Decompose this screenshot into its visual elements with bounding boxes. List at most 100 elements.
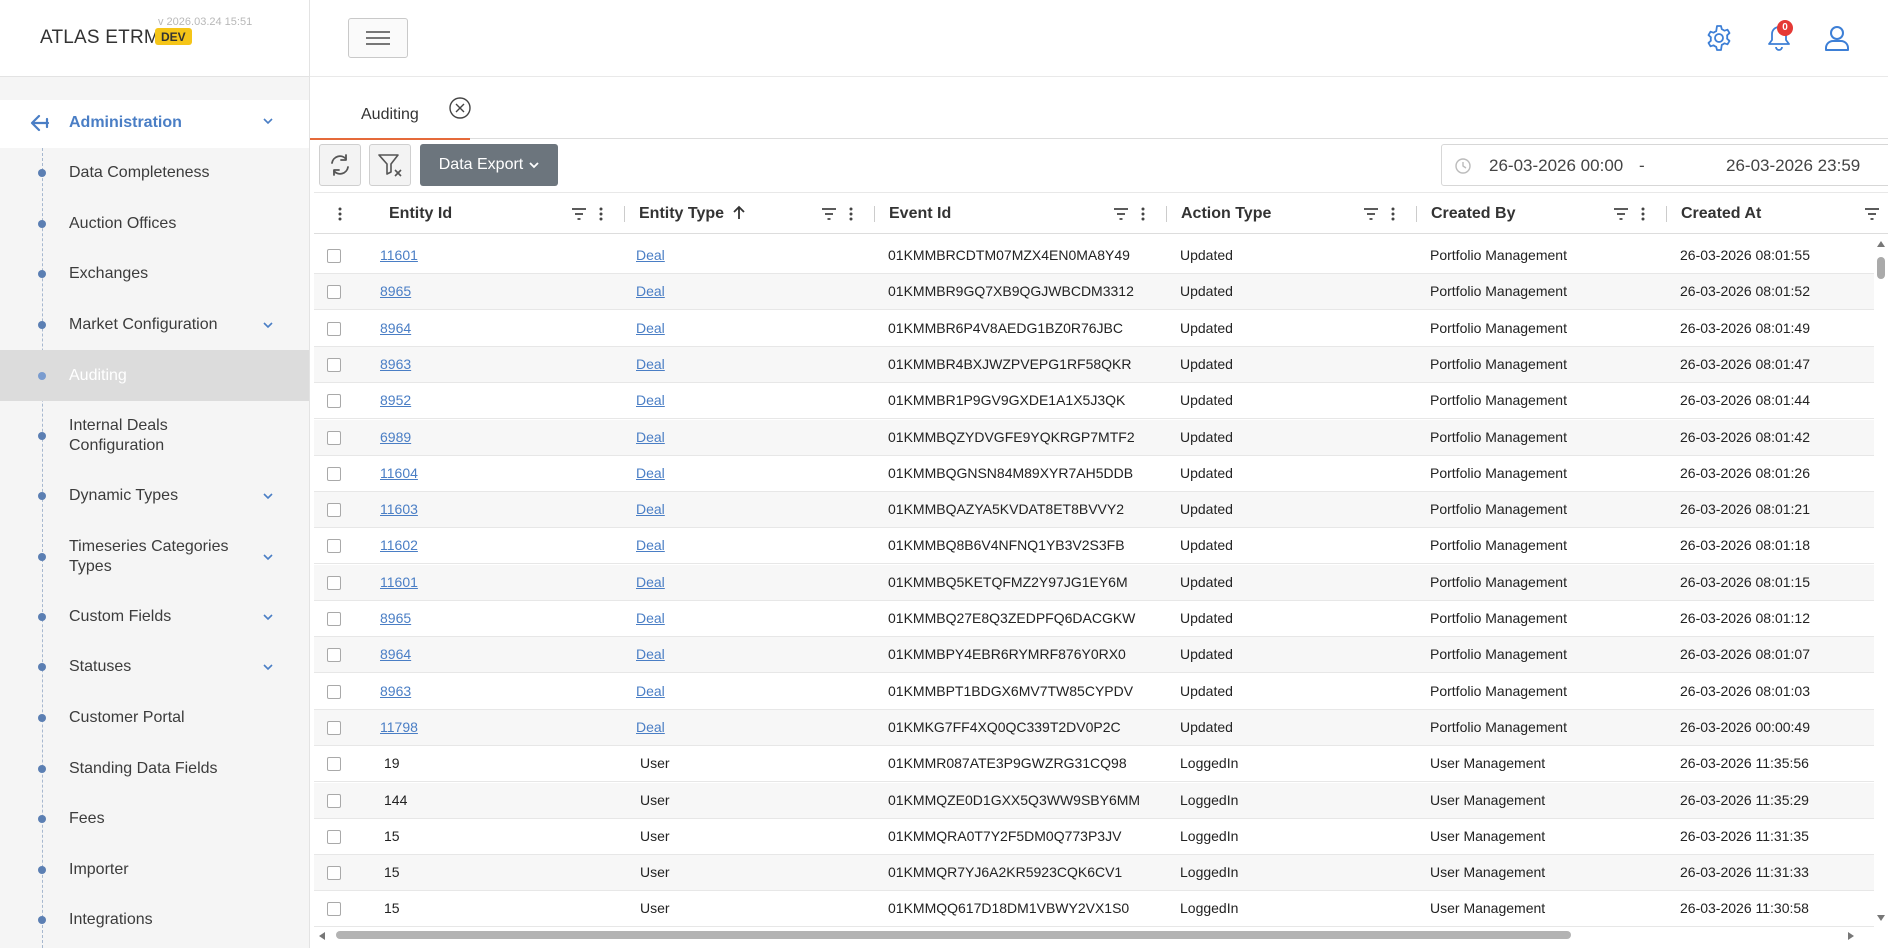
entity-id-cell[interactable]: 8965 [380,283,411,299]
horizontal-scrollbar[interactable] [314,928,1888,942]
tab-auditing[interactable]: Auditing [310,77,470,140]
entity-id-cell[interactable]: 11603 [380,501,418,517]
entity-id-cell[interactable]: 6989 [380,429,411,445]
filter-icon[interactable] [571,206,587,222]
entity-type-cell[interactable]: Deal [636,646,665,662]
filter-icon[interactable] [821,206,837,222]
sidebar-item-dynamic-types[interactable]: Dynamic Types [0,471,309,522]
table-row[interactable]: 11601 Deal 01KMMBRCDTM07MZX4EN0MA8Y49 Updat… [314,238,1874,274]
sidebar-item-data-completeness[interactable]: Data Completeness [0,148,309,199]
menu-toggle-button[interactable] [348,18,408,58]
chevron-down-icon[interactable] [262,319,274,331]
header-created-at[interactable]: Created At [1667,193,1888,235]
sidebar-item-fees[interactable]: Fees [0,794,309,845]
row-checkbox[interactable] [327,357,341,372]
data-export-button[interactable]: Data Export [420,144,558,186]
scroll-right-icon[interactable] [1847,931,1855,941]
entity-id-cell[interactable]: 8963 [380,683,411,699]
entity-id-cell[interactable]: 11601 [380,574,418,590]
entity-id-cell[interactable]: 11798 [380,719,418,735]
table-row[interactable]: 8963 Deal 01KMMBR4BXJWZPVEPG1RF58QKR Update… [314,346,1874,383]
vertical-scrollbar[interactable] [1874,234,1888,928]
column-menu-icon[interactable] [1635,206,1651,222]
entity-id-cell[interactable]: 8964 [380,646,411,662]
entity-id-cell[interactable]: 11604 [380,465,418,481]
table-row[interactable]: 8964 Deal 01KMMBR6P4V8AEDG1BZ0R76JBC Update… [314,311,1874,347]
entity-type-cell[interactable]: Deal [636,501,665,517]
close-tab-icon[interactable] [448,96,472,120]
date-from-field[interactable]: 26-03-2026 00:00 [1489,156,1623,176]
row-checkbox[interactable] [327,612,341,626]
sidebar-item-custom-fields[interactable]: Custom Fields [0,592,309,643]
table-row[interactable]: 11601 Deal 01KMMBQ5KETQFMZ2Y97JG1EY6M Updat… [314,564,1874,601]
sidebar-item-standing-data-fields[interactable]: Standing Data Fields [0,743,309,794]
horizontal-scroll-thumb[interactable] [336,931,1571,939]
entity-type-cell[interactable]: Deal [636,574,665,590]
table-row[interactable]: 8965 Deal 01KMMBQ27E8Q3ZEDPFQ6DACGKW Update… [314,601,1874,637]
entity-id-cell[interactable]: 8952 [380,392,411,408]
sidebar-item-exchanges[interactable]: Exchanges [0,249,309,300]
sidebar-item-statuses[interactable]: Statuses [0,642,309,693]
entity-type-cell[interactable]: Deal [636,356,665,372]
filter-icon[interactable] [1363,206,1379,222]
sidebar-section-administration[interactable]: Administration [0,100,309,148]
sidebar-item-customer-portal[interactable]: Customer Portal [0,693,309,744]
entity-type-cell[interactable]: Deal [636,247,665,263]
row-checkbox[interactable] [327,720,341,735]
sidebar-item-auditing[interactable]: Auditing [0,350,309,401]
refresh-button[interactable] [319,144,361,186]
table-row[interactable]: 6989 Deal 01KMMBQZYDVGFE9YQKRGP7MTF2 Update… [314,419,1874,456]
row-checkbox[interactable] [327,466,341,481]
row-checkbox[interactable] [327,902,341,917]
scroll-down-icon[interactable] [1876,914,1886,922]
column-menu-icon[interactable] [843,206,859,222]
table-row[interactable]: 8964 Deal 01KMMBPY4EBR6RYMRF876Y0RX0 Update… [314,637,1874,674]
entity-id-cell[interactable]: 11602 [380,537,418,553]
sidebar-item-importer[interactable]: Importer [0,845,309,896]
date-range-picker[interactable]: 26-03-2026 00:00 - 26-03-2026 23:59 [1441,144,1888,186]
back-arrow-icon[interactable] [29,112,51,134]
column-menu-icon[interactable] [593,206,609,222]
table-row[interactable]: 19 User 01KMMR087ATE3P9GWZRG31CQ98 LoggedIn… [314,746,1874,783]
table-row[interactable]: 8965 Deal 01KMMBR9GQ7XB9QGJWBCDM3312 Update… [314,274,1874,311]
chevron-down-icon[interactable] [262,661,274,673]
filter-icon[interactable] [1613,206,1629,222]
row-checkbox[interactable] [327,829,341,844]
entity-type-cell[interactable]: Deal [636,610,665,626]
entity-type-cell[interactable]: Deal [636,719,665,735]
entity-id-cell[interactable]: 8964 [380,320,411,336]
filter-icon[interactable] [1113,206,1129,222]
table-row[interactable]: 8952 Deal 01KMMBR1P9GV9GXDE1A1X5J3QK Update… [314,383,1874,420]
row-checkbox[interactable] [327,793,341,808]
entity-type-cell[interactable]: Deal [636,683,665,699]
row-checkbox[interactable] [327,866,341,881]
row-checkbox[interactable] [327,321,341,336]
filter-icon[interactable] [1864,206,1880,222]
entity-type-cell[interactable]: Deal [636,392,665,408]
chevron-down-icon[interactable] [262,115,274,127]
gear-icon[interactable] [1704,23,1734,53]
row-checkbox[interactable] [327,503,341,518]
column-menu-icon[interactable] [1385,206,1401,222]
table-row[interactable]: 15 User 01KMMQQ617D18DM1VBWY2VX1S0 LoggedIn… [314,891,1874,928]
sort-ascending-icon[interactable] [731,205,747,221]
vertical-scroll-thumb[interactable] [1877,257,1885,279]
row-checkbox[interactable] [327,394,341,409]
entity-id-cell[interactable]: 11601 [380,247,418,263]
sidebar-item-timeseries-categories-types[interactable]: Timeseries Categories Types [0,522,309,592]
entity-type-cell[interactable]: Deal [636,429,665,445]
sidebar-item-internal-deals-configuration[interactable]: Internal Deals Configuration [0,401,309,471]
row-checkbox[interactable] [327,648,341,663]
table-row[interactable]: 8963 Deal 01KMMBPT1BDGX6MV7TW85CYPDV Update… [314,674,1874,710]
scroll-up-icon[interactable] [1876,240,1886,248]
row-checkbox[interactable] [327,249,341,263]
table-row[interactable]: 144 User 01KMMQZE0D1GXX5Q3WW9SBY6MM LoggedI… [314,782,1874,819]
table-row[interactable]: 11798 Deal 01KMKG7FF4XQ0QC339T2DV0P2C Updat… [314,709,1874,746]
date-to-field[interactable]: 26-03-2026 23:59 [1726,156,1860,176]
sidebar-item-integrations[interactable]: Integrations [0,895,309,946]
scroll-left-icon[interactable] [318,931,326,941]
header-event-id[interactable]: Event Id [875,193,1167,235]
table-row[interactable]: 11602 Deal 01KMMBQ8B6V4NFNQ1YB3V2S3FB Updat… [314,528,1874,565]
row-checkbox[interactable] [327,539,341,554]
column-menu-icon[interactable] [332,206,348,222]
